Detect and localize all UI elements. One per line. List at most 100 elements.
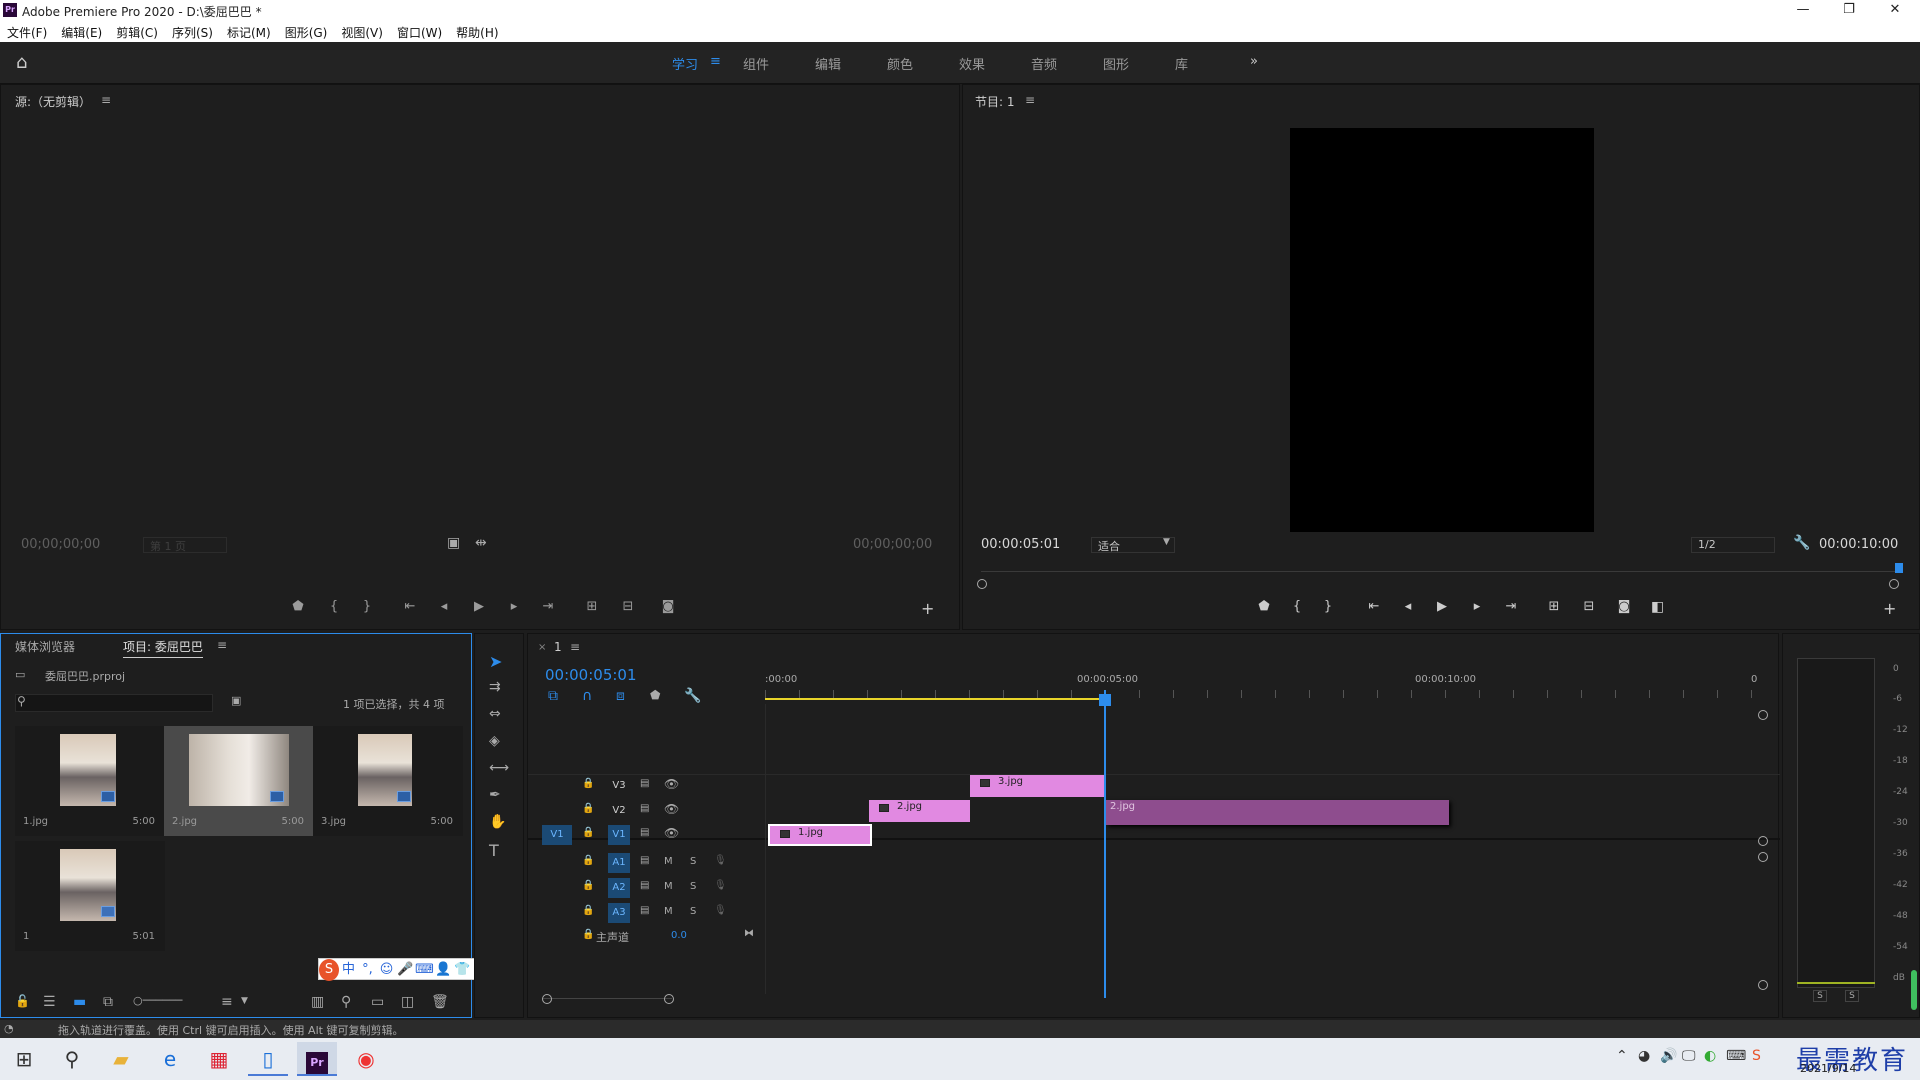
project-search-input[interactable] — [15, 694, 213, 712]
new-bin-from-search-icon[interactable]: ▣ — [231, 694, 241, 707]
playhead-handle[interactable] — [1099, 694, 1111, 706]
app-store-icon[interactable]: ▦ — [199, 1042, 239, 1076]
lock-icon[interactable]: 🔒 — [582, 929, 594, 940]
mute-button[interactable]: M — [664, 856, 673, 867]
project-item[interactable]: 1 5:01 — [15, 841, 165, 951]
zoom-handle-right[interactable] — [1889, 579, 1899, 589]
ripple-edit-tool-icon[interactable]: ⇔ — [489, 706, 501, 722]
edge-browser-icon[interactable]: e — [150, 1042, 190, 1076]
ime-skin-icon[interactable]: 👕 — [453, 959, 472, 981]
search-icon[interactable]: ⚲ — [52, 1042, 92, 1076]
zoom-slider-icon[interactable]: ○────── — [133, 994, 182, 1007]
sync-lock-icon[interactable]: ▤ — [640, 905, 649, 916]
sync-lock-icon[interactable]: ▤ — [640, 803, 649, 814]
track-name-a2[interactable]: A2 — [608, 878, 630, 898]
scroll-handle[interactable] — [542, 994, 552, 1004]
horizontal-zoom-scrollbar[interactable] — [542, 998, 672, 1008]
chrome-browser-icon[interactable]: ◉ — [346, 1042, 386, 1076]
hand-tool-icon[interactable]: ✋ — [489, 814, 506, 830]
lock-icon[interactable]: 🔒 — [582, 827, 594, 838]
ime-emoji-icon[interactable]: ☺ — [377, 959, 396, 981]
sync-lock-icon[interactable]: ▤ — [640, 880, 649, 891]
panel-menu-icon[interactable]: ≡ — [1025, 93, 1035, 107]
timeline-tab-label[interactable]: 1 — [554, 640, 562, 654]
new-bin-icon[interactable]: ▭ — [371, 994, 384, 1010]
workspace-tab-graphics[interactable]: 图形 — [1103, 54, 1129, 73]
program-quality-select[interactable]: 1/2 — [1691, 537, 1775, 553]
timeline-clip[interactable]: 1.jpg — [768, 824, 872, 846]
sort-icons-icon[interactable]: ≡ — [221, 994, 233, 1010]
project-item[interactable]: 2.jpg 5:00 — [164, 726, 314, 836]
ime-user-icon[interactable]: 👤 — [434, 959, 453, 981]
timeline-clip[interactable]: 3.jpg — [970, 775, 1105, 797]
mute-button[interactable]: M — [664, 881, 673, 892]
voice-over-mic-icon[interactable]: 🎙 — [714, 905, 727, 916]
workspace-tab-color[interactable]: 颜色 — [887, 54, 913, 73]
panel-menu-icon[interactable]: ≡ — [101, 93, 111, 107]
voice-over-mic-icon[interactable]: 🎙 — [714, 880, 727, 891]
lock-icon[interactable]: 🔒 — [582, 803, 594, 814]
trash-icon[interactable]: 🗑 — [431, 994, 449, 1010]
close-button[interactable]: ✕ — [1872, 0, 1918, 20]
step-forward-icon[interactable]: ▸ — [1466, 599, 1488, 614]
mark-out-icon[interactable]: } — [356, 599, 378, 614]
add-marker-icon[interactable]: ⬟ — [1253, 599, 1275, 614]
lock-icon[interactable]: 🔒 — [582, 905, 594, 916]
eye-icon[interactable]: 👁 — [664, 777, 679, 791]
program-playhead-marker[interactable] — [1895, 563, 1903, 573]
export-frame-icon[interactable]: ◙ — [657, 599, 679, 614]
tray-app-icon[interactable]: ◕ — [1638, 1048, 1650, 1064]
ime-voice-icon[interactable]: 🎤 — [396, 959, 415, 981]
timeline-settings-wrench-icon[interactable]: 🔧 — [684, 688, 701, 704]
eye-icon[interactable]: 👁 — [664, 802, 679, 816]
automate-to-sequence-icon[interactable]: ▥ — [311, 994, 324, 1010]
add-marker-icon[interactable]: ⬟ — [650, 688, 660, 702]
track-name-v2[interactable]: V2 — [608, 801, 630, 821]
play-icon[interactable]: ▶ — [1431, 599, 1453, 614]
comparison-view-icon[interactable]: ◧ — [1651, 599, 1664, 615]
program-add-button-icon[interactable]: + — [1883, 599, 1896, 618]
workspace-tab-learn[interactable]: 学习 — [672, 54, 698, 73]
solo-button[interactable]: S — [690, 906, 696, 917]
source-page-select[interactable]: 第 1 页 — [143, 537, 227, 553]
export-frame-icon[interactable]: ◙ — [1613, 599, 1635, 614]
source-add-button-icon[interactable]: + — [921, 599, 934, 618]
zoom-handle-left[interactable] — [977, 579, 987, 589]
workspace-tab-effects[interactable]: 效果 — [959, 54, 985, 73]
go-to-in-icon[interactable]: ⇤ — [399, 599, 421, 614]
mute-button[interactable]: M — [664, 906, 673, 917]
go-to-out-icon[interactable]: ⇥ — [537, 599, 559, 614]
sogou-tray-icon[interactable]: S — [1752, 1048, 1761, 1064]
tray-expand-icon[interactable]: ⌃ — [1616, 1048, 1628, 1064]
restore-button[interactable]: ❐ — [1826, 0, 1872, 20]
solo-right-button[interactable]: S — [1845, 990, 1859, 1002]
sync-lock-icon[interactable]: ▤ — [640, 827, 649, 838]
workspace-tab-editing[interactable]: 编辑 — [815, 54, 841, 73]
tray-ime-icon[interactable]: ⌨ — [1726, 1048, 1746, 1064]
chevron-down-icon[interactable]: ▼ — [241, 996, 248, 1006]
scroll-handle[interactable] — [1758, 836, 1768, 846]
mark-in-icon[interactable]: { — [1286, 599, 1308, 614]
solo-button[interactable]: S — [690, 856, 696, 867]
playhead-line[interactable] — [1104, 690, 1106, 998]
panel-menu-icon[interactable]: ≡ — [570, 640, 580, 654]
step-back-icon[interactable]: ◂ — [1397, 599, 1419, 614]
source-patch-v1[interactable]: V1 — [542, 825, 572, 845]
panel-menu-icon[interactable]: ≡ — [217, 638, 227, 652]
solo-button[interactable]: S — [690, 881, 696, 892]
lock-icon[interactable]: 🔒 — [582, 855, 594, 866]
volume-icon[interactable]: 🔊 — [1660, 1048, 1677, 1064]
voice-over-mic-icon[interactable]: 🎙 — [714, 855, 727, 866]
overwrite-icon[interactable]: ⊟ — [617, 599, 639, 614]
go-to-end-icon[interactable]: ⧓ — [744, 928, 754, 939]
timeline-ruler[interactable]: :00:00 00:00:05:00 00:00:10:00 0 — [765, 664, 1765, 704]
scroll-handle[interactable] — [1758, 980, 1768, 990]
slip-tool-icon[interactable]: ⟷ — [489, 760, 509, 776]
program-scrub-bar[interactable] — [981, 571, 1901, 572]
razor-tool-icon[interactable]: ◈ — [489, 733, 500, 749]
lock-icon[interactable]: 🔒 — [582, 880, 594, 891]
eye-icon[interactable]: 👁 — [664, 826, 679, 840]
linked-selection-icon[interactable]: ⧈ — [616, 688, 625, 704]
tab-media-browser[interactable]: 媒体浏览器 — [15, 638, 75, 655]
step-forward-icon[interactable]: ▸ — [503, 599, 525, 614]
